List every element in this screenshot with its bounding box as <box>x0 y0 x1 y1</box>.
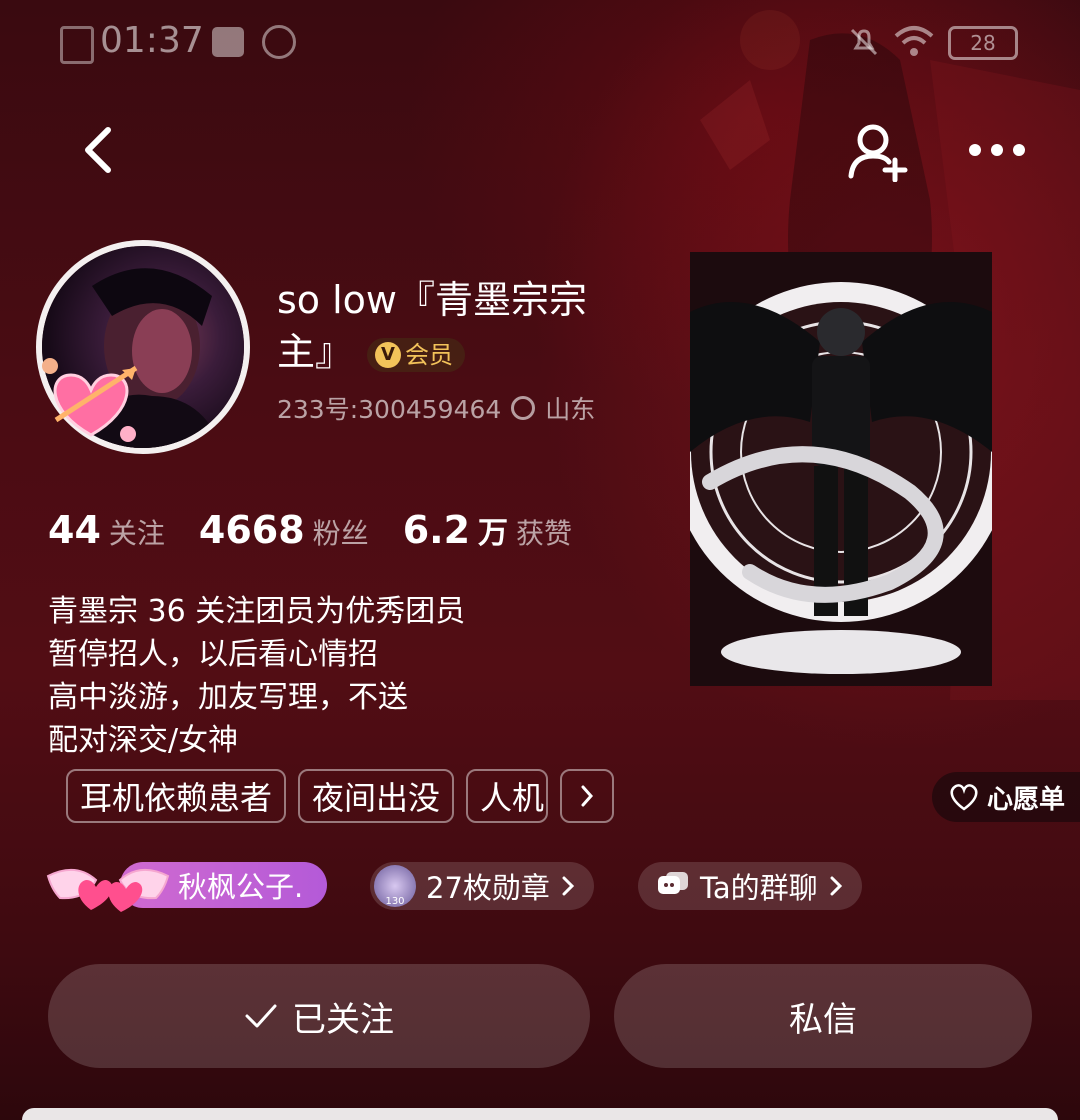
vip-badge[interactable]: V 会员 <box>367 337 466 372</box>
vip-v-icon: V <box>375 341 402 368</box>
status-bar: 01:37 28 <box>0 0 1080 84</box>
following-label: 关注 <box>108 517 165 550</box>
more-dots-icon <box>969 144 1025 156</box>
character-illustration <box>690 252 992 686</box>
likes-unit: 万 <box>478 516 509 551</box>
followed-label: 已关注 <box>292 999 394 1040</box>
tag[interactable]: 夜间出没 <box>298 769 455 823</box>
bio-line: 青墨宗 36 关注团员为优秀团员 <box>48 594 466 629</box>
bio-line: 暂停招人，以后看心情招 <box>48 637 378 672</box>
content-sheet-edge <box>22 1108 1058 1120</box>
id-line: 233号:300459464 山东 <box>277 390 595 426</box>
wishlist-button[interactable]: 心愿单 <box>932 772 1080 822</box>
chevron-right-icon <box>830 876 842 896</box>
location-icon <box>511 396 536 420</box>
following-count: 44 <box>48 508 101 552</box>
medal-badge-icon: 130 <box>374 865 416 907</box>
medals-label: 27枚勋章 <box>426 871 550 905</box>
character-artwork[interactable] <box>690 252 992 686</box>
tag[interactable]: 人机 <box>466 769 549 823</box>
more-button[interactable] <box>962 130 1032 170</box>
medal-badge-number: 130 <box>385 896 405 907</box>
user-id: 233号:300459464 <box>277 395 502 424</box>
chevron-right-icon <box>581 785 594 807</box>
chevron-left-icon <box>85 127 111 173</box>
followers-stat[interactable]: 4668 粉丝 <box>199 508 369 552</box>
cp-name: 秋枫公子. <box>178 870 304 904</box>
checkmark-icon <box>245 1004 277 1028</box>
likes-stat[interactable]: 6.2 万 获赞 <box>403 508 572 552</box>
heart-arrow-frame-icon <box>42 358 138 442</box>
group-chat-icon <box>658 872 688 894</box>
top-nav <box>0 100 1080 200</box>
bio-line: 高中淡游，加友写理，不送 <box>48 680 408 715</box>
mute-bell-icon <box>850 28 878 56</box>
heart-icon <box>950 784 978 811</box>
sync-icon <box>262 25 296 59</box>
wishlist-label: 心愿单 <box>986 784 1065 815</box>
message-label: 私信 <box>789 999 857 1040</box>
clock: 01:37 <box>100 20 204 61</box>
bio-line: 配对深交/女神 <box>48 723 239 758</box>
following-stat[interactable]: 44 关注 <box>48 508 165 552</box>
group-chat-label: Ta的群聊 <box>700 871 818 905</box>
sim-icon <box>60 26 94 64</box>
message-icon <box>212 27 244 57</box>
chevron-right-icon <box>562 876 575 896</box>
location: 山东 <box>545 395 596 424</box>
add-friend-button[interactable] <box>842 118 912 184</box>
medals-chip[interactable]: 130 27枚勋章 <box>370 862 594 910</box>
likes-count: 6.2 <box>402 508 471 552</box>
followers-label: 粉丝 <box>312 517 369 550</box>
message-button[interactable]: 私信 <box>614 964 1032 1068</box>
vip-label: 会员 <box>405 340 454 369</box>
tags-more-button[interactable] <box>560 769 615 823</box>
likes-label: 获赞 <box>516 517 573 550</box>
bio: 青墨宗 36 关注团员为优秀团员 暂停招人，以后看心情招 高中淡游，加友写理，不… <box>48 590 465 762</box>
tag-list: 耳机依赖患者 夜间出没 人机 <box>66 769 615 823</box>
group-chat-chip[interactable]: Ta的群聊 <box>638 862 862 910</box>
followed-button[interactable]: 已关注 <box>48 964 590 1068</box>
battery-icon: 28 <box>948 26 1018 60</box>
tag[interactable]: 耳机依赖患者 <box>66 769 287 823</box>
profile-name: so low『青墨宗宗主』 V 会员 <box>277 274 637 378</box>
wifi-icon <box>894 26 934 56</box>
stats-row: 44 关注 4668 粉丝 6.2 万 获赞 <box>48 508 572 552</box>
followers-count: 4668 <box>198 508 305 552</box>
back-button[interactable] <box>70 120 126 180</box>
wing-hearts-icon <box>46 869 170 912</box>
add-user-icon <box>848 124 908 182</box>
